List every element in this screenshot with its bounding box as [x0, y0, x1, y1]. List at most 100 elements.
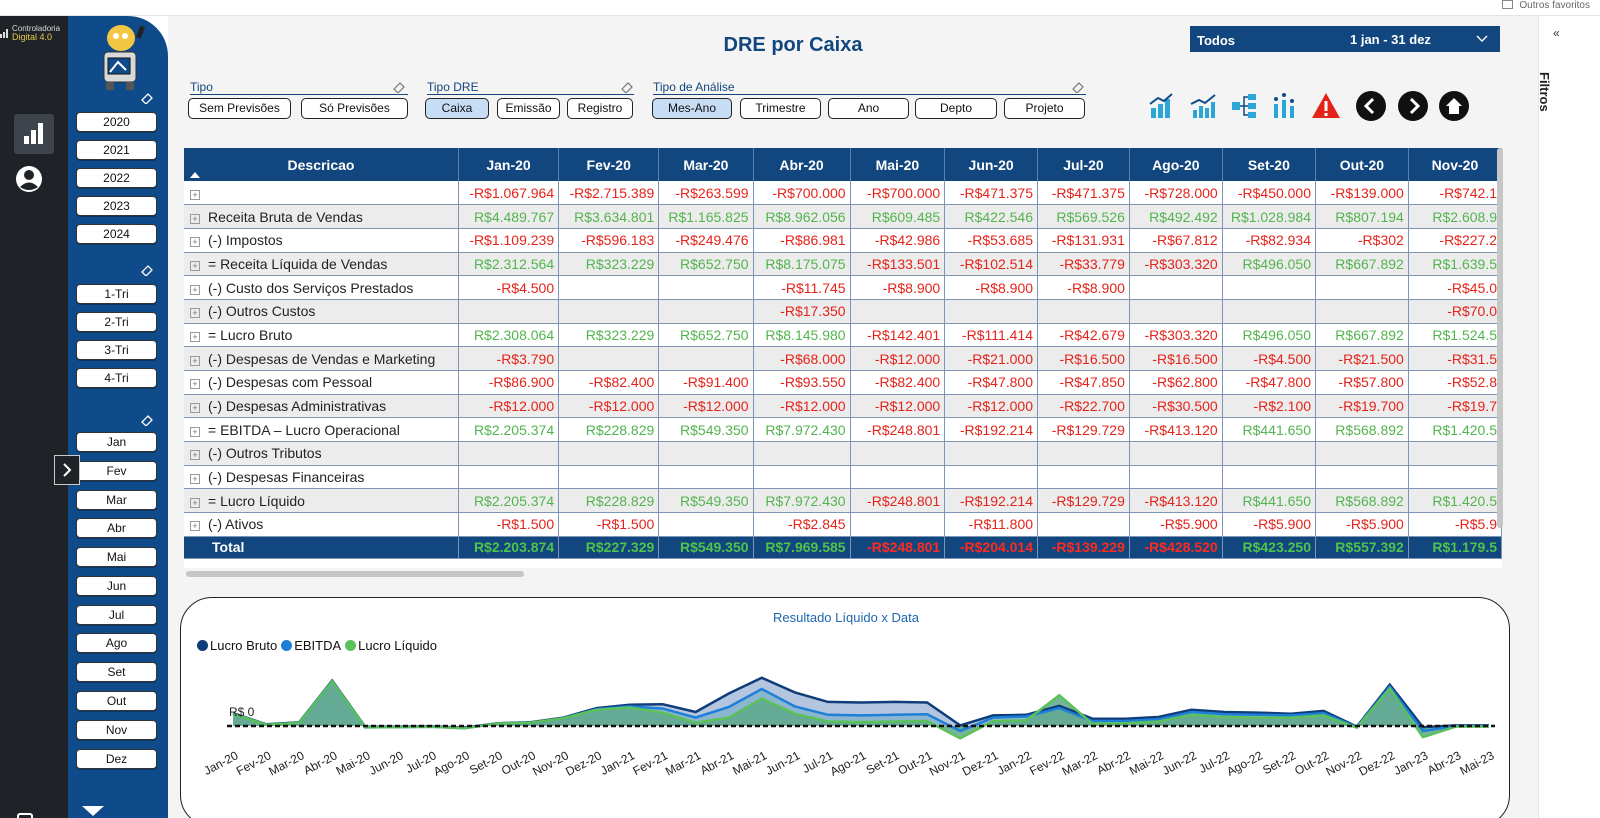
clear-tipo-eraser-icon[interactable] — [392, 81, 406, 93]
table-row[interactable]: + (-) Despesas Financeiras — [184, 465, 1502, 490]
expand-panel-button[interactable] — [54, 455, 80, 485]
clear-tipo-analise-eraser-icon[interactable] — [1071, 81, 1085, 93]
table-row[interactable]: + = Lucro Bruto R$2.308.064 R$323.229 R$652.… — [184, 323, 1502, 348]
column-header-set-20[interactable]: Set-20 — [1222, 148, 1317, 181]
panel-scroll-down-icon[interactable] — [82, 806, 104, 816]
expand-row-icon[interactable]: + — [190, 260, 200, 271]
table-row[interactable]: + = Lucro Líquido R$2.205.374 R$228.829 R$54… — [184, 488, 1502, 514]
quarter-2-button[interactable]: 2-Tri — [76, 312, 157, 332]
table-row[interactable]: + (-) Despesas Administrativas -R$12.000 -R… — [184, 394, 1502, 419]
column-header-jul-20[interactable]: Jul-20 — [1037, 148, 1130, 181]
month-mai-button[interactable]: Mai — [76, 547, 157, 567]
expand-row-icon[interactable]: + — [190, 331, 200, 342]
expand-row-icon[interactable]: + — [190, 308, 200, 319]
year-2023-button[interactable]: 2023 — [76, 196, 157, 216]
clear-years-eraser-icon[interactable] — [140, 92, 154, 104]
table-row[interactable]: + (-) Custo dos Serviços Prestados -R$4.50… — [184, 275, 1502, 300]
month-out-button[interactable]: Out — [76, 691, 157, 711]
expand-row-icon[interactable]: + — [190, 284, 200, 295]
month-dez-button[interactable]: Dez — [76, 749, 157, 769]
year-2021-button[interactable]: 2021 — [76, 140, 157, 160]
expand-row-icon[interactable]: + — [190, 521, 200, 532]
expand-row-icon[interactable]: + — [190, 450, 200, 461]
expand-row-icon[interactable]: + — [190, 497, 200, 508]
favorites-folder[interactable]: Outros favoritos — [1502, 0, 1590, 11]
tipo-sem-previsoes-button[interactable]: Sem Previsões — [188, 98, 291, 119]
date-range-filter[interactable]: Todos 1 jan - 31 dez — [1190, 26, 1500, 52]
tipo-dre-registro-button[interactable]: Registro — [567, 98, 633, 119]
table-row[interactable]: + (-) Outros Tributos — [184, 441, 1502, 466]
dre-matrix[interactable]: Descricao Jan-20 Fev-20 Mar-20 Abr-20 Mai-20 J… — [184, 148, 1502, 568]
month-fev-button[interactable]: Fev — [76, 461, 157, 481]
year-2022-button[interactable]: 2022 — [76, 168, 157, 188]
nav-dashboard-button[interactable] — [14, 114, 54, 154]
table-row[interactable]: + -R$1.067.964 -R$2.715.389 -R$263.599 -R$70… — [184, 181, 1502, 206]
quarter-1-button[interactable]: 1-Tri — [76, 284, 157, 304]
analise-projeto-button[interactable]: Projeto — [1004, 98, 1085, 119]
table-vertical-scrollbar[interactable] — [1497, 148, 1503, 528]
table-row[interactable]: + (-) Despesas com Pessoal -R$86.900 -R$82.… — [184, 370, 1502, 395]
table-row[interactable]: + (-) Ativos -R$1.500 -R$1.500 -R$2.845 -R$11… — [184, 512, 1502, 537]
variance-chart-icon[interactable] — [1268, 90, 1300, 122]
column-header-mar-20[interactable]: Mar-20 — [658, 148, 754, 181]
table-row[interactable]: + (-) Outros Custos -R$17.350 -R$70.0 — [184, 299, 1502, 324]
analise-depto-button[interactable]: Depto — [915, 98, 997, 119]
sort-ascending-icon[interactable] — [190, 172, 200, 178]
year-2024-button[interactable]: 2024 — [76, 224, 157, 244]
table-row[interactable]: + Receita Bruta de Vendas R$4.489.767 R$3.6… — [184, 204, 1502, 229]
table-row[interactable]: + (-) Impostos -R$1.109.239 -R$596.183 -R$24… — [184, 228, 1502, 253]
table-row[interactable]: + = EBITDA – Lucro Operacional R$2.205.374… — [184, 417, 1502, 443]
tipo-so-previsoes-button[interactable]: Só Previsões — [301, 98, 408, 119]
alert-warning-icon[interactable] — [1310, 90, 1342, 122]
filters-pane[interactable]: « — [1538, 16, 1600, 818]
table-row[interactable]: + (-) Despesas de Vendas e Marketing -R$3.… — [184, 346, 1502, 371]
month-ago-button[interactable]: Ago — [76, 633, 157, 653]
next-page-icon[interactable] — [1397, 90, 1429, 122]
hierarchy-tree-icon[interactable] — [1228, 90, 1260, 122]
year-2020-button[interactable]: 2020 — [76, 112, 157, 132]
quarter-4-button[interactable]: 4-Tri — [76, 368, 157, 388]
analise-ano-button[interactable]: Ano — [828, 98, 909, 119]
column-header-descricao[interactable]: Descricao — [184, 148, 459, 181]
trend-chart-icon[interactable] — [1187, 90, 1219, 122]
expand-row-icon[interactable]: + — [190, 426, 200, 437]
column-header-ago-20[interactable]: Ago-20 — [1129, 148, 1223, 181]
clear-quarters-eraser-icon[interactable] — [140, 264, 154, 276]
home-icon[interactable] — [1438, 90, 1470, 122]
month-jul-button[interactable]: Jul — [76, 605, 157, 625]
previous-page-icon[interactable] — [1355, 90, 1387, 122]
column-header-jan-20[interactable]: Jan-20 — [458, 148, 560, 181]
expand-row-icon[interactable]: + — [190, 355, 200, 366]
collapse-filters-icon[interactable]: « — [1553, 26, 1560, 40]
expand-row-icon[interactable]: + — [190, 189, 200, 200]
clear-months-eraser-icon[interactable] — [140, 414, 154, 426]
month-jan-button[interactable]: Jan — [76, 432, 157, 452]
month-nov-button[interactable]: Nov — [76, 720, 157, 740]
column-header-abr-20[interactable]: Abr-20 — [753, 148, 851, 181]
month-jun-button[interactable]: Jun — [76, 576, 157, 596]
column-header-out-20[interactable]: Out-20 — [1315, 148, 1409, 181]
expand-row-icon[interactable]: + — [190, 237, 200, 248]
column-header-mai-20[interactable]: Mai-20 — [850, 148, 946, 181]
analise-trimestre-button[interactable]: Trimestre — [740, 98, 821, 119]
month-mar-button[interactable]: Mar — [76, 490, 157, 510]
analise-mes-ano-button[interactable]: Mes-Ano — [652, 98, 732, 119]
nav-user-button[interactable] — [14, 164, 44, 194]
expand-row-icon[interactable]: + — [190, 213, 200, 224]
month-abr-button[interactable]: Abr — [76, 518, 157, 538]
table-row[interactable]: + = Receita Líquida de Vendas R$2.312.564 R… — [184, 252, 1502, 277]
expand-row-icon[interactable]: + — [190, 474, 200, 485]
tipo-dre-caixa-button[interactable]: Caixa — [425, 98, 489, 119]
expand-row-icon[interactable]: + — [190, 379, 200, 390]
month-set-button[interactable]: Set — [76, 662, 157, 682]
bar-chart-report-icon[interactable] — [1146, 90, 1178, 122]
table-horizontal-scrollbar[interactable] — [186, 571, 524, 577]
tipo-dre-emissao-button[interactable]: Emissão — [497, 98, 560, 119]
expand-row-icon[interactable]: + — [190, 403, 200, 414]
column-header-fev-20[interactable]: Fev-20 — [558, 148, 660, 181]
column-header-nov-20[interactable]: Nov-20 — [1408, 148, 1502, 181]
nav-comments-button[interactable] — [16, 812, 40, 818]
clear-tipo-dre-eraser-icon[interactable] — [620, 81, 634, 93]
column-header-jun-20[interactable]: Jun-20 — [944, 148, 1039, 181]
quarter-3-button[interactable]: 3-Tri — [76, 340, 157, 360]
